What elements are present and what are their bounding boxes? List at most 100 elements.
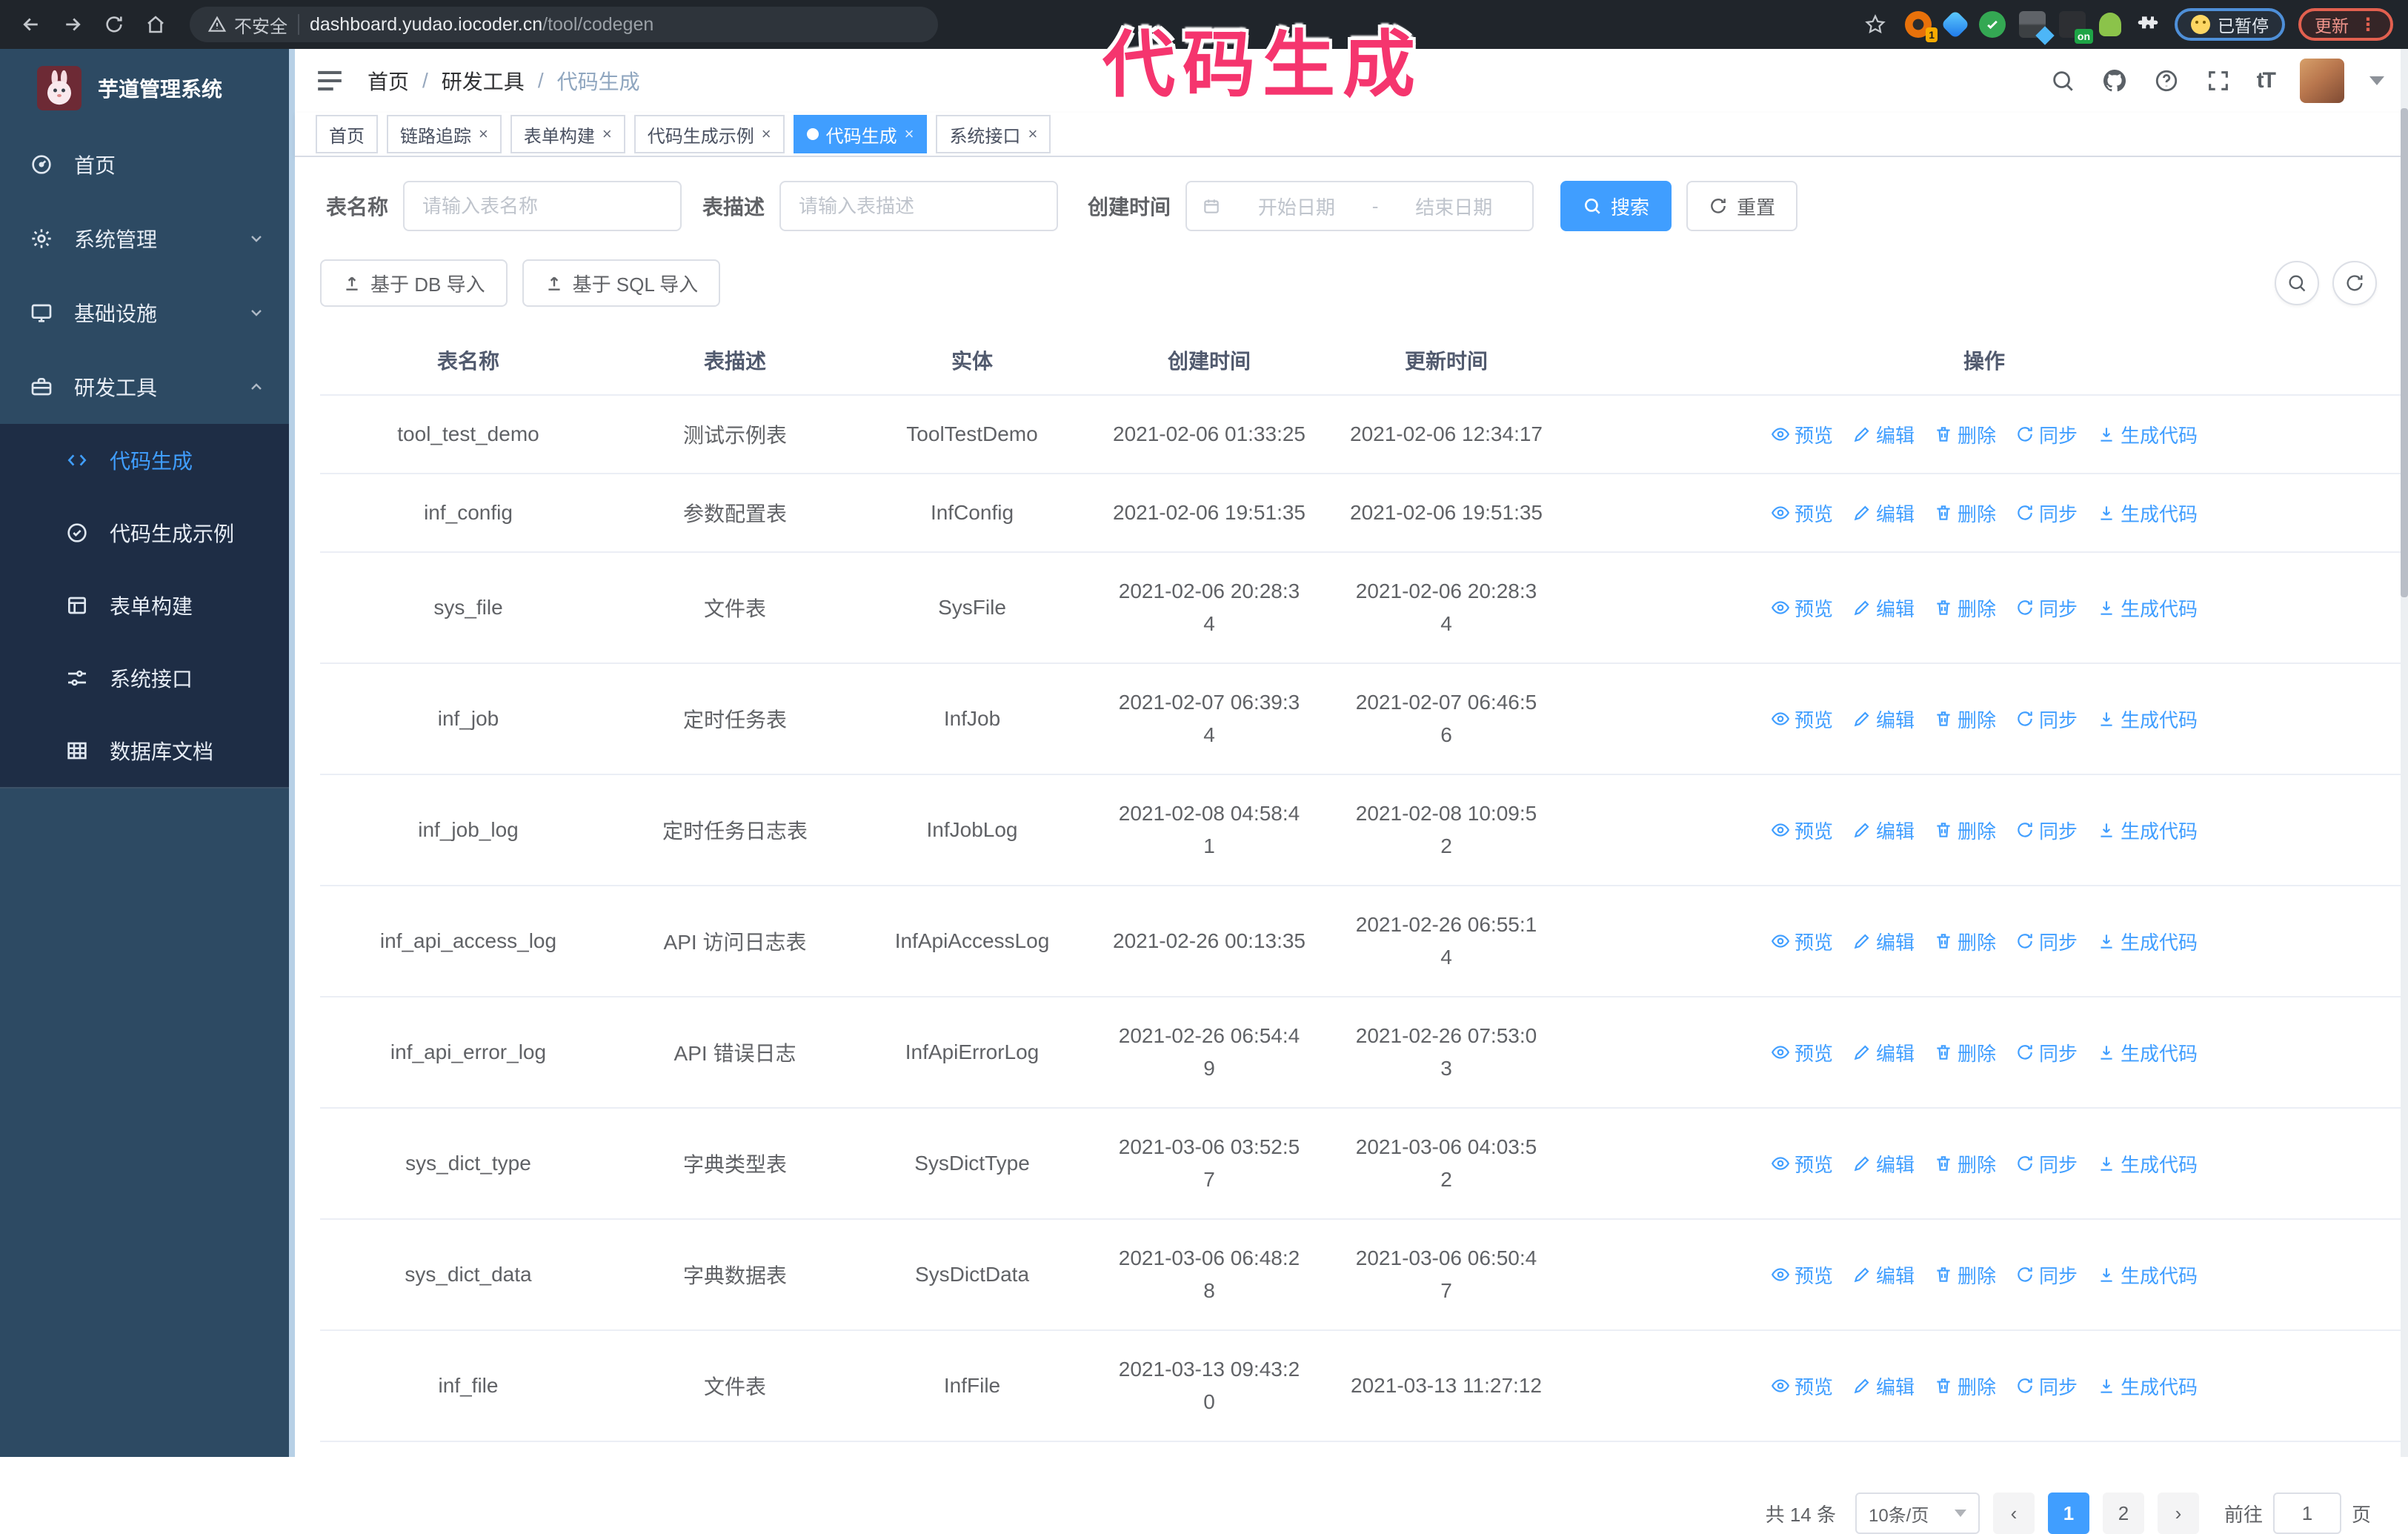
- import-db-button[interactable]: 基于 DB 导入: [320, 259, 508, 307]
- close-icon[interactable]: ×: [762, 126, 771, 142]
- sync-action[interactable]: 同步: [2015, 1150, 2078, 1178]
- generate-code-action[interactable]: 生成代码: [2097, 1261, 2198, 1289]
- preview-action[interactable]: 预览: [1771, 1039, 1833, 1066]
- preview-action[interactable]: 预览: [1771, 1261, 1833, 1289]
- close-icon[interactable]: ×: [602, 126, 612, 142]
- generate-code-action[interactable]: 生成代码: [2097, 421, 2198, 448]
- sidebar-item-system[interactable]: 系统管理: [0, 202, 289, 276]
- generate-code-action[interactable]: 生成代码: [2097, 1039, 2198, 1066]
- edit-action[interactable]: 编辑: [1852, 705, 1915, 733]
- delete-action[interactable]: 删除: [1934, 1150, 1996, 1178]
- sync-action[interactable]: 同步: [2015, 817, 2078, 844]
- delete-action[interactable]: 删除: [1934, 499, 1996, 527]
- font-size-icon[interactable]: tT: [2257, 68, 2276, 93]
- delete-action[interactable]: 删除: [1934, 594, 1996, 622]
- edit-action[interactable]: 编辑: [1852, 421, 1915, 448]
- search-button[interactable]: 搜索: [1560, 181, 1672, 231]
- generate-code-action[interactable]: 生成代码: [2097, 705, 2198, 733]
- home-icon[interactable]: [139, 8, 172, 41]
- paused-badge[interactable]: 已暂停: [2175, 8, 2285, 41]
- breadcrumb-devtools[interactable]: 研发工具: [442, 66, 525, 96]
- sync-action[interactable]: 同步: [2015, 594, 2078, 622]
- preview-action[interactable]: 预览: [1771, 421, 1833, 448]
- sidebar-item-form-builder[interactable]: 表单构建: [0, 569, 289, 642]
- delete-action[interactable]: 删除: [1934, 817, 1996, 844]
- prev-page-button[interactable]: ‹: [1992, 1493, 2035, 1534]
- avatar[interactable]: [2300, 59, 2344, 103]
- sidebar-item-codegen[interactable]: 代码生成: [0, 424, 289, 497]
- edit-action[interactable]: 编辑: [1852, 1150, 1915, 1178]
- page-size-select[interactable]: 10条/页: [1855, 1493, 1980, 1534]
- table-desc-input[interactable]: [779, 181, 1059, 231]
- caret-down-icon[interactable]: [2369, 76, 2384, 85]
- sync-action[interactable]: 同步: [2015, 1372, 2078, 1400]
- extension-icon-android[interactable]: [2099, 13, 2121, 36]
- tab-codegen[interactable]: 代码生成 ×: [793, 115, 928, 153]
- delete-action[interactable]: 删除: [1934, 705, 1996, 733]
- tab-home[interactable]: 首页: [316, 115, 378, 153]
- bookmark-star-icon[interactable]: [1859, 8, 1892, 41]
- preview-action[interactable]: 预览: [1771, 499, 1833, 527]
- sync-action[interactable]: 同步: [2015, 1039, 2078, 1066]
- generate-code-action[interactable]: 生成代码: [2097, 499, 2198, 527]
- sync-action[interactable]: 同步: [2015, 421, 2078, 448]
- extension-icon-orange[interactable]: 1: [1905, 11, 1938, 42]
- delete-action[interactable]: 删除: [1934, 1039, 1996, 1066]
- extension-icon-diamond[interactable]: [1940, 10, 1970, 39]
- sidebar-item-system-api[interactable]: 系统接口: [0, 642, 289, 714]
- close-icon[interactable]: ×: [1028, 126, 1037, 142]
- preview-action[interactable]: 预览: [1771, 705, 1833, 733]
- forward-icon[interactable]: [56, 8, 89, 41]
- preview-action[interactable]: 预览: [1771, 594, 1833, 622]
- hamburger-icon[interactable]: [316, 69, 344, 93]
- refresh-table-button[interactable]: [2332, 261, 2377, 305]
- delete-action[interactable]: 删除: [1934, 928, 1996, 955]
- preview-action[interactable]: 预览: [1771, 928, 1833, 955]
- generate-code-action[interactable]: 生成代码: [2097, 594, 2198, 622]
- preview-action[interactable]: 预览: [1771, 817, 1833, 844]
- sidebar-scrollbar[interactable]: [289, 49, 295, 1457]
- sync-action[interactable]: 同步: [2015, 499, 2078, 527]
- edit-action[interactable]: 编辑: [1852, 594, 1915, 622]
- github-icon[interactable]: [2101, 67, 2128, 94]
- sidebar-item-codegen-example[interactable]: 代码生成示例: [0, 497, 289, 569]
- search-icon[interactable]: [2049, 67, 2076, 94]
- tab-system-api[interactable]: 系统接口 ×: [936, 115, 1051, 153]
- extensions-puzzle-icon[interactable]: [2135, 11, 2161, 38]
- reset-button[interactable]: 重置: [1686, 181, 1798, 231]
- date-range-picker[interactable]: 开始日期 - 结束日期: [1185, 181, 1534, 231]
- goto-page-input[interactable]: [2272, 1493, 2341, 1534]
- tab-tracing[interactable]: 链路追踪 ×: [387, 115, 502, 153]
- generate-code-action[interactable]: 生成代码: [2097, 928, 2198, 955]
- back-icon[interactable]: [15, 8, 47, 41]
- reload-icon[interactable]: [98, 8, 130, 41]
- extension-icon-green-check[interactable]: [1979, 11, 2006, 38]
- generate-code-action[interactable]: 生成代码: [2097, 1372, 2198, 1400]
- next-page-button[interactable]: ›: [2157, 1493, 2199, 1534]
- sidebar-item-db-doc[interactable]: 数据库文档: [0, 714, 289, 787]
- update-button[interactable]: 更新 ⋮: [2298, 8, 2393, 41]
- kebab-menu-icon[interactable]: ⋮: [2359, 14, 2377, 36]
- sync-action[interactable]: 同步: [2015, 1261, 2078, 1289]
- sync-action[interactable]: 同步: [2015, 705, 2078, 733]
- extension-icon-grid[interactable]: [2019, 11, 2055, 45]
- help-icon[interactable]: [2153, 67, 2180, 94]
- preview-action[interactable]: 预览: [1771, 1372, 1833, 1400]
- generate-code-action[interactable]: 生成代码: [2097, 1150, 2198, 1178]
- sidebar-item-devtools[interactable]: 研发工具: [0, 350, 289, 424]
- page-button-2[interactable]: 2: [2102, 1493, 2144, 1534]
- toggle-search-button[interactable]: [2275, 261, 2319, 305]
- preview-action[interactable]: 预览: [1771, 1150, 1833, 1178]
- app-logo[interactable]: 芋道管理系统: [0, 49, 289, 127]
- page-button-1[interactable]: 1: [2047, 1493, 2089, 1534]
- close-icon[interactable]: ×: [479, 126, 488, 142]
- generate-code-action[interactable]: 生成代码: [2097, 817, 2198, 844]
- sync-action[interactable]: 同步: [2015, 928, 2078, 955]
- close-icon[interactable]: ×: [905, 126, 914, 142]
- page-scrollbar[interactable]: [2401, 49, 2408, 1457]
- url-text[interactable]: dashboard.yudao.iocoder.cn/tool/codegen: [310, 14, 653, 36]
- edit-action[interactable]: 编辑: [1852, 928, 1915, 955]
- extension-icon-on[interactable]: on: [2059, 11, 2093, 44]
- sidebar-item-home[interactable]: 首页: [0, 127, 289, 202]
- breadcrumb-home[interactable]: 首页: [367, 66, 409, 96]
